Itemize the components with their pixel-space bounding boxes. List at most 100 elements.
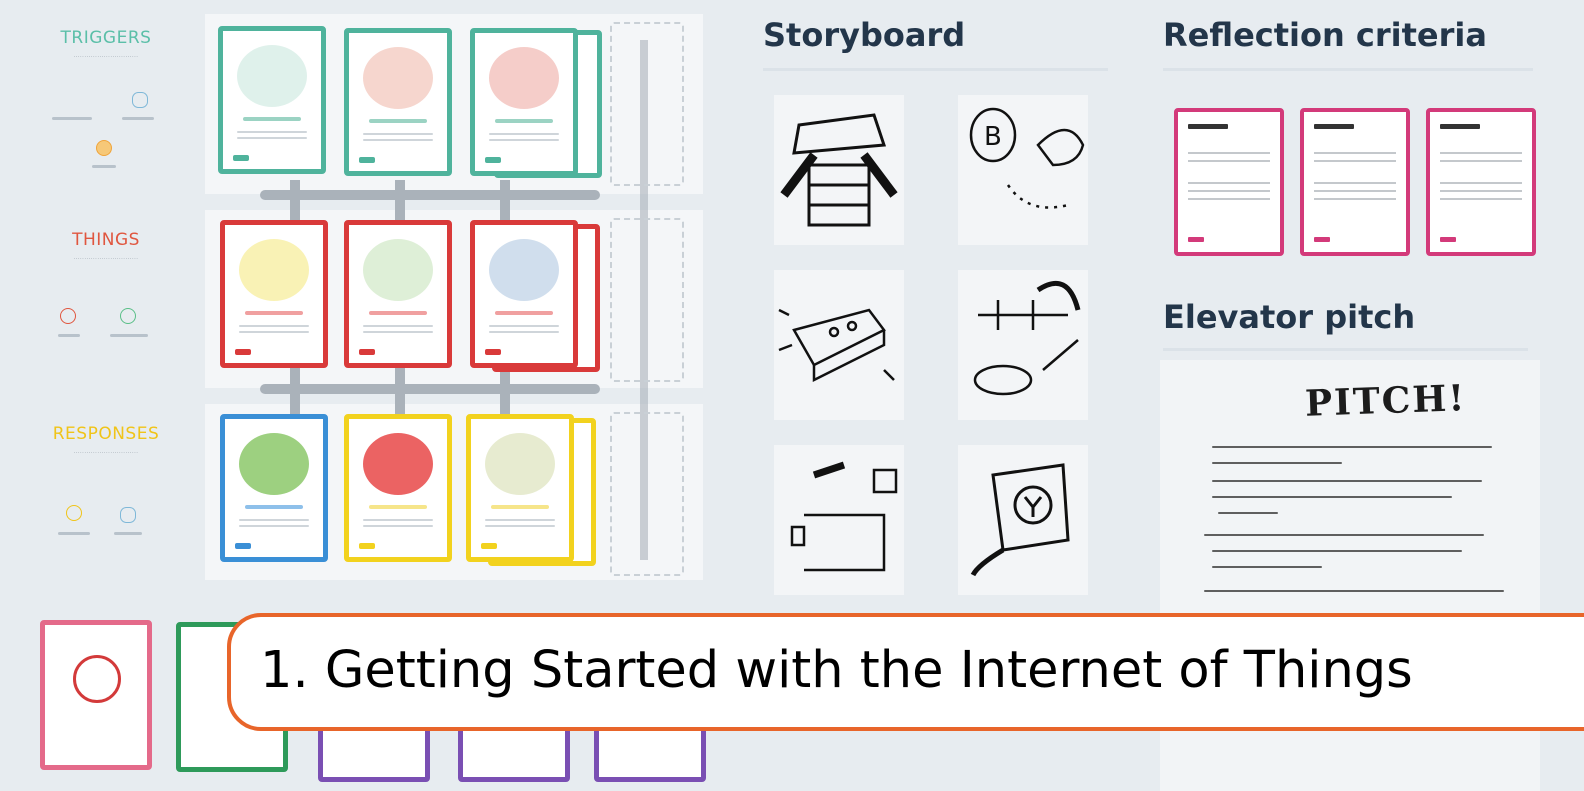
placeholder-line: [58, 532, 90, 535]
card-text-line: [1314, 182, 1396, 184]
card-text-line: [363, 133, 433, 135]
category-title: TRIGGERS: [60, 28, 152, 48]
storyboard-sketch-switch: [774, 445, 904, 595]
storyboard-sketch-drawer: [774, 95, 904, 245]
card-text-line: [1440, 182, 1522, 184]
placeholder-line: [58, 334, 80, 337]
card-title-line: [1188, 124, 1228, 129]
card-text-line: [363, 519, 433, 521]
category-subtitle: ······························: [73, 54, 139, 60]
handwriting-line: [1212, 566, 1322, 568]
card-text-line: [489, 139, 559, 141]
card-badge: [359, 157, 375, 163]
connector-line: [260, 384, 600, 394]
card-badge: [235, 543, 251, 549]
handwriting-line: [1204, 590, 1504, 592]
response-card[interactable]: [344, 414, 452, 562]
card-title-line: [1440, 124, 1480, 129]
card-text-line: [1440, 152, 1522, 154]
card-text-line: [363, 325, 433, 327]
card-badge: [235, 349, 251, 355]
pitch-handwritten-title: PITCH!: [1304, 377, 1467, 425]
card-text-line: [239, 519, 309, 521]
card-text-line: [489, 331, 559, 333]
card-text-line: [237, 131, 307, 133]
category-triggers: TRIGGERS ······························: [36, 28, 176, 60]
placeholder-line: [114, 532, 142, 535]
music-note-illustration: [485, 433, 555, 495]
thing-card[interactable]: [470, 220, 578, 368]
card-title-line: [369, 119, 427, 123]
card-text-line: [1188, 152, 1270, 154]
card-illustration: [489, 239, 559, 301]
card-illustration: [489, 47, 559, 109]
card-text-line: [489, 325, 559, 327]
heading-divider: [763, 68, 1108, 71]
card-title-line: [495, 311, 553, 315]
storyboard-sketch-box: [774, 270, 904, 420]
response-card[interactable]: [466, 414, 574, 562]
card-badge: [485, 157, 501, 163]
card-illustration: [237, 45, 307, 107]
handwriting-line: [1212, 550, 1462, 552]
card-badge: [233, 155, 249, 161]
card-text-line: [363, 525, 433, 527]
placeholder-line: [52, 117, 92, 120]
card-text-line: [1440, 190, 1522, 192]
category-subtitle: ······························: [73, 256, 139, 262]
handwriting-line: [1212, 496, 1452, 498]
storyboard-sketch-circuit: [958, 270, 1088, 420]
cloud-icon: [120, 507, 136, 523]
dice-illustration: [363, 433, 433, 495]
trigger-card[interactable]: [218, 26, 326, 174]
card-text-line: [363, 331, 433, 333]
card-text-line: [1188, 160, 1270, 162]
card-badge: [485, 349, 501, 355]
card-text-line: [1314, 152, 1396, 154]
card-badge: [359, 349, 375, 355]
thing-card[interactable]: [344, 220, 452, 368]
reflection-card[interactable]: [1174, 108, 1284, 256]
trigger-card[interactable]: [344, 28, 452, 176]
placeholder-line: [110, 334, 148, 337]
handwriting-line: [1218, 512, 1278, 514]
card-text-line: [1314, 160, 1396, 162]
mission-card[interactable]: [40, 620, 152, 770]
card-badge: [1188, 237, 1204, 242]
handwriting-line: [1212, 446, 1492, 448]
heading-divider: [1163, 68, 1533, 71]
card-badge: [1314, 237, 1330, 242]
cloud-icon: [132, 92, 148, 108]
card-illustration: [363, 239, 433, 301]
card-title-line: [369, 311, 427, 315]
card-illustration: [363, 47, 433, 109]
map-pin-illustration: [239, 433, 309, 495]
card-illustration: [239, 239, 309, 301]
handwriting-line: [1212, 462, 1342, 464]
target-icon: [73, 655, 121, 703]
card-title-line: [245, 505, 303, 509]
placeholder-line: [92, 165, 116, 168]
card-text-line: [1188, 190, 1270, 192]
card-badge: [1440, 237, 1456, 242]
card-text-line: [237, 137, 307, 139]
reflection-card[interactable]: [1300, 108, 1410, 256]
card-text-line: [489, 133, 559, 135]
category-subtitle: ······························: [73, 450, 139, 456]
category-things: THINGS ······························: [36, 230, 176, 262]
thing-icon: [60, 308, 76, 324]
card-title-line: [491, 505, 549, 509]
response-card[interactable]: [220, 414, 328, 562]
card-text-line: [485, 525, 555, 527]
reflection-heading: Reflection criteria: [1163, 16, 1487, 54]
category-title: THINGS: [72, 230, 140, 250]
card-title-line: [243, 117, 301, 121]
card-text-line: [1314, 190, 1396, 192]
connector-line: [260, 190, 600, 200]
category-responses: RESPONSES ······························: [36, 424, 176, 456]
card-text-line: [1314, 198, 1396, 200]
trigger-card[interactable]: [470, 28, 578, 176]
reflection-card[interactable]: [1426, 108, 1536, 256]
thing-card[interactable]: [220, 220, 328, 368]
card-text-line: [1440, 160, 1522, 162]
